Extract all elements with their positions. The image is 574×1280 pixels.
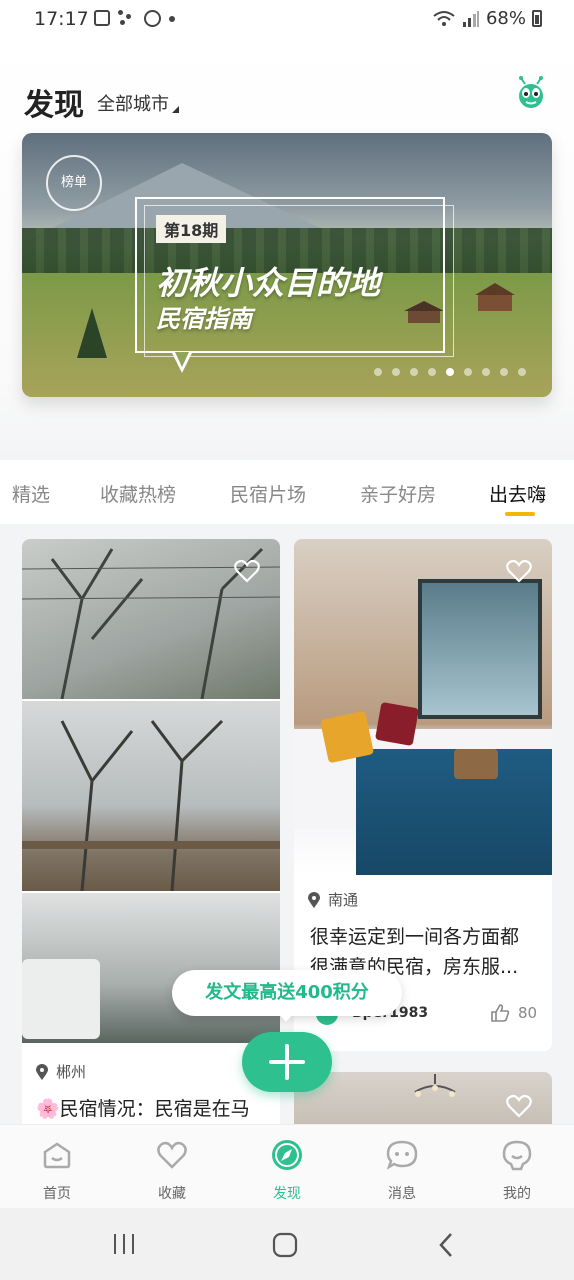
signal-icon [462, 10, 479, 27]
pager-dot[interactable] [410, 368, 418, 376]
profile-icon [502, 1140, 532, 1171]
system-navigation [0, 1208, 574, 1280]
post-description-line1: 很幸运定到一间各方面都 [310, 926, 520, 948]
tab-indicator [505, 512, 535, 516]
category-tabs: 精选 收藏热榜 民宿片场 亲子好房 出去嗨 [0, 460, 574, 524]
pager-dot[interactable] [482, 368, 490, 376]
status-time: 17:17 [34, 8, 89, 30]
issue-label: 第18期 [156, 215, 227, 243]
dots-icon [118, 10, 136, 26]
nav-discover[interactable]: 发现 [247, 1125, 327, 1209]
location-text: 郴州 [56, 1063, 87, 1081]
recent-apps-icon[interactable] [112, 1232, 138, 1256]
banner-hut [475, 283, 515, 311]
location-pin-icon [308, 891, 320, 908]
thumbs-up-icon [491, 1004, 510, 1022]
post-card-next[interactable] [294, 1072, 552, 1132]
nav-discover-label: 发现 [273, 1186, 301, 1202]
post-description: 🌸民宿情况：民宿是在马 [36, 1098, 250, 1120]
featured-banner[interactable]: 榜单 第18期 初秋小众目的地 民宿指南 [22, 133, 552, 397]
towel-basket [454, 749, 498, 779]
white-van [22, 959, 100, 1039]
tab-homestay-scenes[interactable]: 民宿片场 [230, 480, 306, 507]
wifi-icon [433, 10, 455, 26]
heart-icon [157, 1141, 187, 1169]
nav-home[interactable]: 首页 [17, 1125, 97, 1209]
nav-favorites-label: 收藏 [158, 1186, 186, 1202]
promo-tooltip-tail [278, 1013, 294, 1022]
dropdown-triangle-icon [172, 106, 179, 113]
status-right: 68% [432, 8, 542, 29]
nav-messages-label: 消息 [388, 1186, 416, 1202]
yellow-pillow [319, 710, 375, 764]
location-pin-icon [36, 1063, 48, 1080]
lakeside-tree-silhouette [22, 719, 280, 892]
tab-going-out[interactable]: 出去嗨 [489, 480, 546, 507]
favorite-heart-icon[interactable] [234, 559, 260, 583]
create-post-button[interactable] [242, 1032, 332, 1092]
post-photo-2 [22, 701, 280, 892]
tab-favorites-ranking[interactable]: 收藏热榜 [100, 480, 176, 507]
favorite-heart-icon[interactable] [506, 559, 532, 583]
mascot-ant-icon[interactable] [513, 76, 549, 112]
banner-headline: 初秋小众目的地 [156, 264, 381, 302]
location-text: 南通 [328, 891, 359, 909]
pager-dot[interactable] [518, 368, 526, 376]
message-icon [386, 1140, 418, 1170]
red-pillow [374, 701, 420, 747]
back-icon[interactable] [436, 1232, 456, 1258]
banner-subtitle: 民宿指南 [156, 305, 252, 333]
compass-icon [272, 1140, 302, 1170]
post-photo-bedroom [294, 539, 552, 875]
nav-profile[interactable]: 我的 [477, 1125, 557, 1209]
pager-dot[interactable] [464, 368, 472, 376]
post-photo-3 [22, 893, 280, 1043]
bottom-navigation: 首页 收藏 发现 消息 我的 [0, 1124, 574, 1208]
pager-dot[interactable] [428, 368, 436, 376]
city-selector[interactable]: 全部城市 [97, 90, 179, 116]
room-window [418, 579, 542, 719]
favorite-heart-icon[interactable] [506, 1094, 532, 1118]
home-icon [43, 1142, 71, 1169]
battery-icon [532, 10, 542, 27]
nav-home-label: 首页 [43, 1186, 71, 1202]
post-card-left[interactable]: 郴州 🌸民宿情况：民宿是在马 [22, 539, 280, 1139]
post-location: 郴州 [36, 1061, 86, 1082]
post-location: 南通 [308, 889, 358, 910]
gallery-icon [94, 10, 110, 26]
banner-tree [77, 308, 107, 358]
nav-messages[interactable]: 消息 [362, 1125, 442, 1209]
like-count-text: 80 [518, 1004, 538, 1022]
tab-featured[interactable]: 精选 [12, 480, 50, 507]
tab-family-friendly[interactable]: 亲子好房 [360, 480, 436, 507]
promo-tooltip[interactable]: 发文最高送400积分 [172, 970, 402, 1016]
chandelier-icon [414, 1074, 456, 1097]
frame-tail-fill [175, 352, 189, 367]
notification-icons [94, 10, 175, 27]
city-label: 全部城市 [97, 94, 169, 115]
like-count[interactable]: 80 [490, 1003, 537, 1023]
pager-dot[interactable] [392, 368, 400, 376]
nav-profile-label: 我的 [503, 1186, 531, 1202]
nav-favorites[interactable]: 收藏 [132, 1125, 212, 1209]
pager-dot[interactable] [374, 368, 382, 376]
page-title: 发现 [24, 88, 84, 123]
sync-icon [144, 10, 161, 27]
ranking-badge: 榜单 [46, 155, 102, 211]
pager-dot[interactable] [500, 368, 508, 376]
pager-dot-active[interactable] [446, 368, 454, 376]
banner-pager [374, 368, 526, 376]
dot-icon [169, 16, 175, 22]
battery-percent: 68% [485, 8, 526, 29]
status-bar: 17:17 68% [0, 0, 574, 40]
home-system-icon[interactable] [272, 1232, 298, 1258]
